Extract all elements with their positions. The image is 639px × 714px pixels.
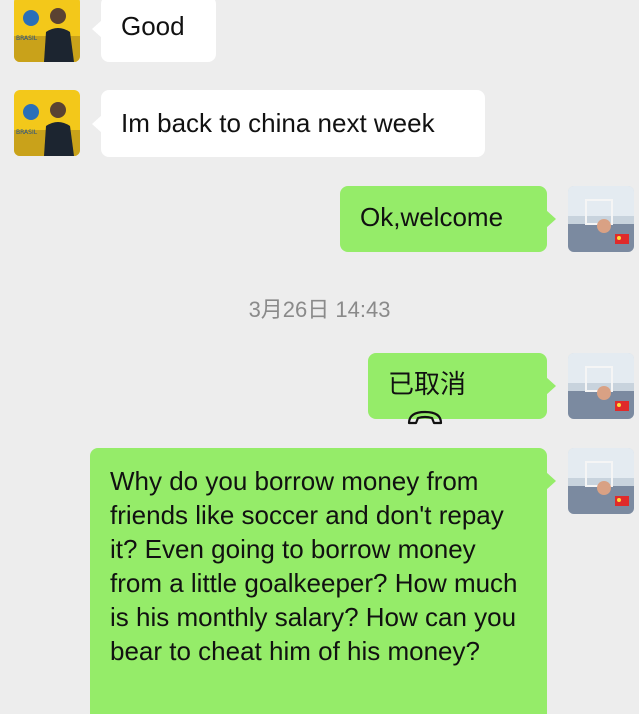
call-status-text: 已取消 [388,369,467,399]
contact-avatar[interactable]: BRASIL [14,90,80,156]
message-text: Im back to china next week [121,108,435,138]
contact-avatar[interactable]: BRASIL [14,0,80,62]
call-status-bubble[interactable]: 已取消 [368,353,556,425]
message-bubble[interactable]: Im back to china next week [92,90,485,157]
message-text: Why do you borrow money from friends lik… [110,466,518,666]
user-avatar[interactable] [568,353,634,419]
chat-thread: BRASIL Good BRASIL Im back to china next… [0,0,639,714]
user-avatar[interactable] [568,448,634,514]
svg-text:BRASIL: BRASIL [16,35,38,42]
svg-text:BRASIL: BRASIL [16,129,38,136]
user-avatar[interactable] [568,186,634,252]
message-text: Good [121,11,185,41]
message-text: Ok,welcome [360,202,504,232]
timestamp: 3月26日 14:43 [248,297,391,322]
message-bubble[interactable]: Why do you borrow money from friends lik… [90,448,556,714]
hangup-phone-icon [406,403,444,437]
message-bubble[interactable]: Good [92,0,216,62]
message-bubble[interactable]: Ok,welcome [340,186,556,252]
